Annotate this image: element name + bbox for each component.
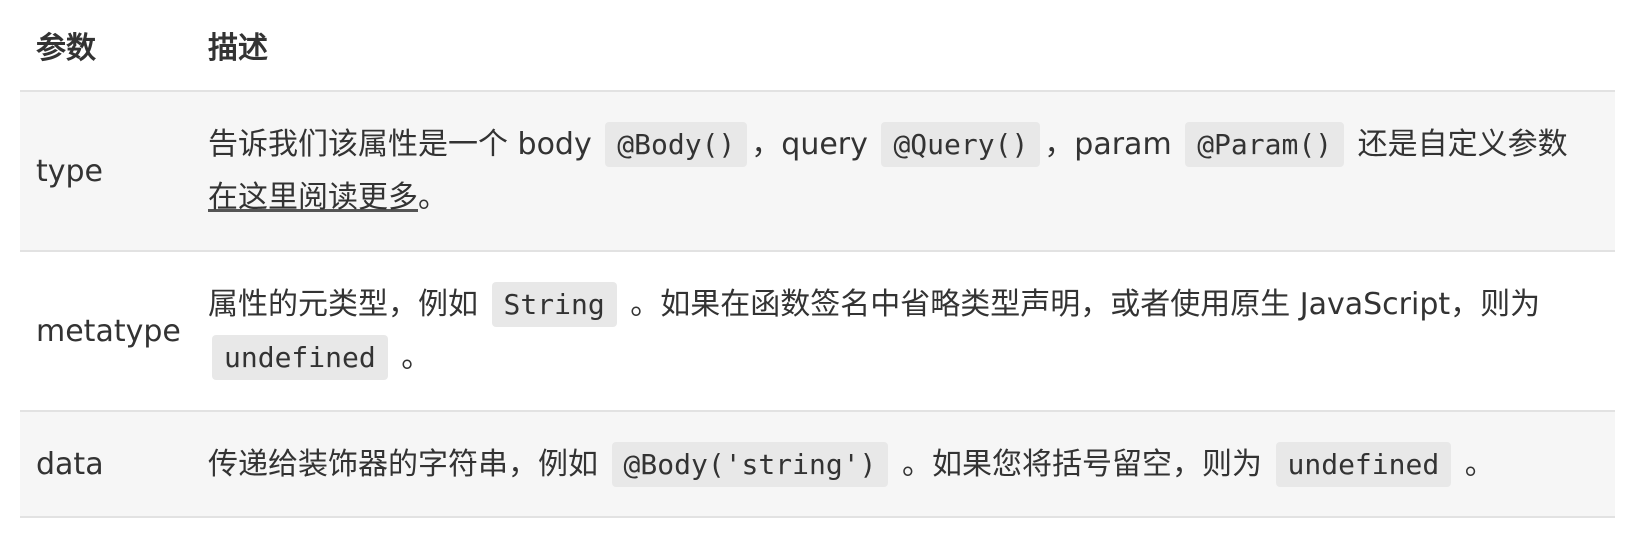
inline-code: undefined bbox=[1275, 441, 1452, 487]
inline-code: @Body('string') bbox=[611, 441, 889, 487]
param-name: metatype bbox=[20, 251, 192, 412]
desc-text: 。 bbox=[1455, 446, 1495, 482]
header-description: 描述 bbox=[192, 0, 1615, 92]
inline-code: @Query() bbox=[881, 122, 1041, 167]
desc-text: ，query bbox=[751, 127, 878, 162]
header-param: 参数 bbox=[20, 0, 192, 92]
desc-text: 。如果在函数签名中省略类型声明，或者使用原生 JavaScript，则为 bbox=[620, 287, 1541, 322]
desc-text: 还是自定义参数 bbox=[1348, 127, 1568, 162]
table-row: type 告诉我们该属性是一个 body @Body() ，query @Quer… bbox=[20, 91, 1615, 252]
table-row: data 传递给装饰器的字符串，例如 @Body('string') 。如果您将… bbox=[20, 411, 1615, 518]
desc-text: 属性的元类型，例如 bbox=[208, 287, 488, 322]
inline-code: undefined bbox=[212, 335, 388, 380]
param-name: data bbox=[20, 411, 192, 518]
desc-text: 。 bbox=[418, 180, 448, 215]
param-name: type bbox=[20, 91, 192, 252]
read-more-link[interactable]: 在这里阅读更多 bbox=[208, 180, 418, 215]
desc-text: 传递给装饰器的字符串，例如 bbox=[208, 446, 608, 482]
parameters-table: 参数 描述 type 告诉我们该属性是一个 body @Body() ，query… bbox=[20, 0, 1615, 518]
table-header-row: 参数 描述 bbox=[20, 0, 1615, 92]
param-description: 属性的元类型，例如 String 。如果在函数签名中省略类型声明，或者使用原生 … bbox=[192, 251, 1615, 412]
table-row: metatype 属性的元类型，例如 String 。如果在函数签名中省略类型声… bbox=[20, 251, 1615, 412]
desc-text: 。 bbox=[391, 340, 432, 375]
parameters-table-container: 参数 描述 type 告诉我们该属性是一个 body @Body() ，query… bbox=[20, 0, 1615, 518]
param-description: 告诉我们该属性是一个 body @Body() ，query @Query() ，p… bbox=[192, 91, 1615, 252]
desc-text: ，param bbox=[1044, 127, 1182, 162]
param-description: 传递给装饰器的字符串，例如 @Body('string') 。如果您将括号留空，… bbox=[192, 411, 1615, 518]
desc-text: 告诉我们该属性是一个 body bbox=[208, 127, 602, 162]
inline-code: @Body() bbox=[605, 122, 748, 167]
desc-text: 。如果您将括号留空，则为 bbox=[892, 446, 1272, 482]
inline-code: String bbox=[491, 282, 617, 327]
inline-code: @Param() bbox=[1185, 122, 1345, 167]
